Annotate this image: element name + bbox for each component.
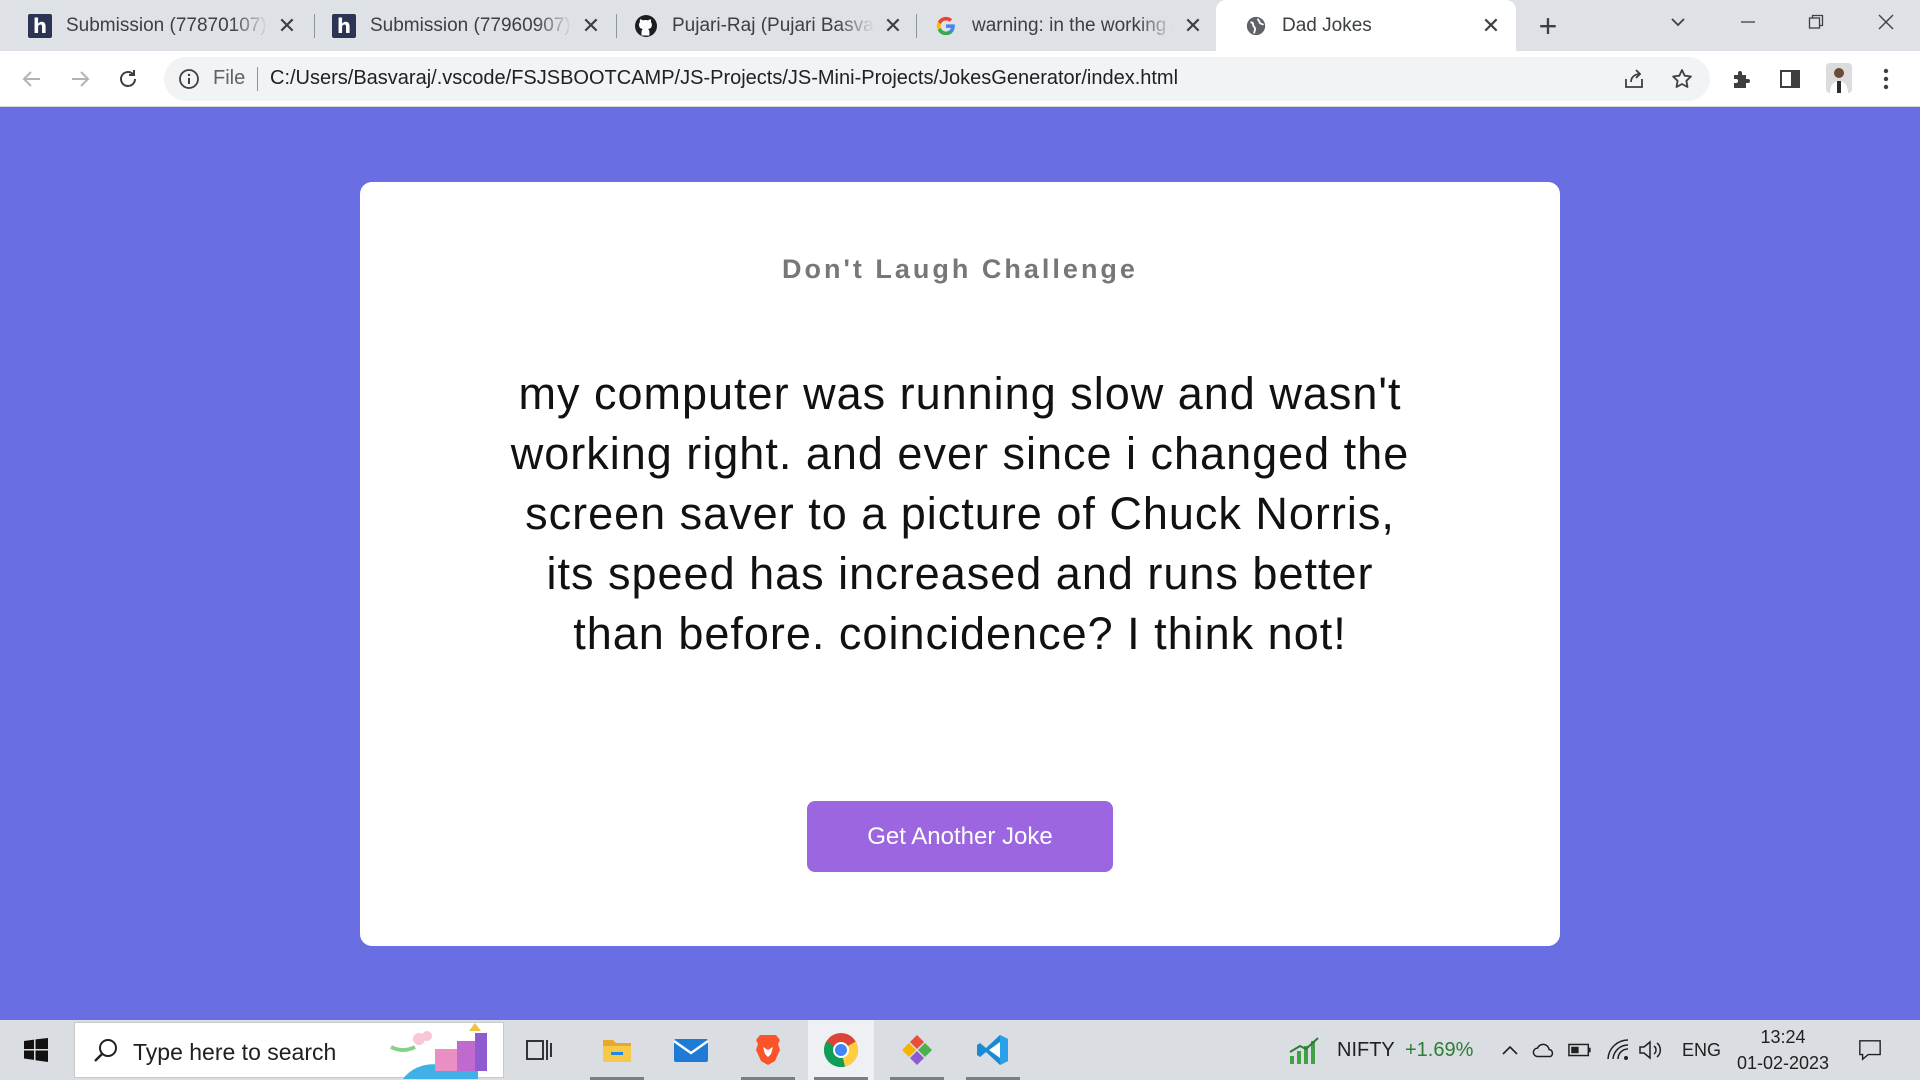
- cloud-icon: [1532, 1043, 1554, 1058]
- address-bar[interactable]: File C:/Users/Basvaraj/.vscode/FSJSBOOTC…: [164, 57, 1710, 101]
- close-icon[interactable]: ✕: [1182, 13, 1204, 38]
- file-explorer-icon: [603, 1040, 631, 1062]
- browser-toolbar: File C:/Users/Basvaraj/.vscode/FSJSBOOTC…: [0, 51, 1920, 107]
- git-gui-button[interactable]: [884, 1020, 950, 1080]
- show-hidden-icons-button[interactable]: [1498, 1038, 1522, 1062]
- mail-icon: [673, 1039, 709, 1062]
- search-highlight-illustration: [390, 1023, 487, 1079]
- chat-bubble-icon: [1859, 1040, 1881, 1061]
- task-view-button[interactable]: [506, 1020, 572, 1080]
- arrow-left-icon: [22, 71, 40, 87]
- h-icon: h: [332, 13, 356, 38]
- chevron-down-icon: [1671, 18, 1685, 27]
- tab-github-pujari-raj[interactable]: Pujari-Raj (Pujari Basvaraj) ✕: [606, 0, 918, 51]
- clock[interactable]: 13:24 01-02-2023: [1728, 1024, 1838, 1076]
- wifi-icon: [1607, 1039, 1629, 1060]
- google-icon: [934, 14, 958, 38]
- globe-icon: [1244, 14, 1268, 38]
- tab-submission-77870107[interactable]: h Submission (77870107) for ✕: [0, 0, 312, 51]
- speaker-icon: [1639, 1040, 1662, 1060]
- file-explorer-button[interactable]: [584, 1020, 650, 1080]
- joke-card: Don't Laugh Challenge my computer was ru…: [360, 182, 1560, 946]
- battery-button[interactable]: [1568, 1038, 1592, 1062]
- stock-name[interactable]: NIFTY: [1337, 1039, 1395, 1062]
- close-icon[interactable]: ✕: [1480, 13, 1502, 38]
- tab-title: Dad Jokes: [1282, 14, 1372, 36]
- task-view-icon: [526, 1040, 552, 1060]
- new-tab-button[interactable]: +: [1530, 8, 1566, 44]
- forward-button[interactable]: [60, 59, 100, 99]
- star-icon[interactable]: [1670, 67, 1694, 91]
- reload-button[interactable]: [108, 59, 148, 99]
- page-title: Don't Laugh Challenge: [782, 254, 1138, 284]
- tab-google-warning[interactable]: warning: in the working copy ✕: [906, 0, 1218, 51]
- clock-time: 13:24: [1760, 1027, 1806, 1047]
- side-panel-button[interactable]: [1776, 65, 1804, 93]
- restore-button[interactable]: [1786, 0, 1846, 44]
- arrow-right-icon: [72, 71, 90, 87]
- scheme-label: File: [213, 67, 246, 89]
- back-button[interactable]: [12, 59, 52, 99]
- info-icon[interactable]: [178, 68, 200, 90]
- tab-title: Submission (77870107) for: [66, 14, 268, 36]
- close-icon[interactable]: ✕: [882, 13, 904, 38]
- tab-submission-77960907[interactable]: h Submission (77960907) for ✕: [304, 0, 616, 51]
- tab-dad-jokes[interactable]: Dad Jokes ✕: [1216, 0, 1516, 51]
- tab-title: warning: in the working copy: [972, 14, 1174, 36]
- more-vertical-icon: [1883, 68, 1889, 90]
- joke-text: my computer was running slow and wasn't …: [510, 368, 1410, 659]
- chrome-icon: [824, 1033, 859, 1068]
- chrome-button[interactable]: [808, 1020, 874, 1080]
- github-icon: [634, 14, 658, 38]
- side-panel-icon: [1780, 70, 1800, 88]
- search-placeholder: Type here to search: [133, 1039, 337, 1065]
- puzzle-icon: [1734, 71, 1750, 88]
- minimize-icon: [1741, 21, 1755, 23]
- battery-icon: [1568, 1043, 1591, 1057]
- stock-chart-icon: [1289, 1037, 1319, 1064]
- h-icon: h: [28, 13, 52, 38]
- reload-icon: [120, 70, 136, 87]
- avatar[interactable]: [1826, 63, 1852, 93]
- chevron-up-icon: [1502, 1045, 1518, 1055]
- minimize-button[interactable]: [1718, 0, 1778, 44]
- close-window-button[interactable]: [1856, 0, 1916, 44]
- browser-tab-strip: h Submission (77870107) for ✕ h Submissi…: [0, 0, 1920, 51]
- network-button[interactable]: [1606, 1038, 1630, 1062]
- input-language[interactable]: ENG: [1682, 1040, 1721, 1061]
- omnibox-divider: [257, 67, 258, 91]
- windows-taskbar: Type here to search NIFTY +1.69% ENG 13:…: [0, 1020, 1920, 1080]
- tab-title: Pujari-Raj (Pujari Basvaraj): [672, 14, 874, 36]
- menu-button[interactable]: [1872, 65, 1900, 93]
- taskbar-search-box[interactable]: Type here to search: [74, 1022, 504, 1079]
- onedrive-button[interactable]: [1532, 1038, 1556, 1062]
- url-text[interactable]: C:/Users/Basvaraj/.vscode/FSJSBOOTCAMP/J…: [270, 67, 1178, 90]
- windows-logo-icon: [24, 1038, 48, 1062]
- vscode-button[interactable]: [960, 1020, 1026, 1080]
- notifications-button[interactable]: [1858, 1038, 1882, 1062]
- stock-change: +1.69%: [1405, 1039, 1474, 1061]
- extensions-button[interactable]: [1728, 65, 1756, 93]
- tab-search-button[interactable]: [1648, 0, 1708, 44]
- restore-icon: [1808, 14, 1824, 29]
- tab-title: Submission (77960907) for: [370, 14, 572, 36]
- clock-date: 01-02-2023: [1736, 1053, 1830, 1073]
- git-icon: [902, 1035, 932, 1065]
- close-icon: [1878, 14, 1894, 30]
- close-icon[interactable]: ✕: [580, 13, 602, 38]
- start-button[interactable]: [0, 1020, 72, 1080]
- share-icon[interactable]: [1622, 67, 1646, 91]
- get-another-joke-button[interactable]: Get Another Joke: [807, 801, 1113, 872]
- volume-button[interactable]: [1638, 1038, 1662, 1062]
- close-icon[interactable]: ✕: [276, 13, 298, 38]
- mail-button[interactable]: [658, 1020, 724, 1080]
- vscode-icon: [977, 1035, 1008, 1065]
- brave-browser-button[interactable]: [735, 1020, 801, 1080]
- brave-icon: [756, 1035, 780, 1065]
- search-icon: [94, 1039, 117, 1062]
